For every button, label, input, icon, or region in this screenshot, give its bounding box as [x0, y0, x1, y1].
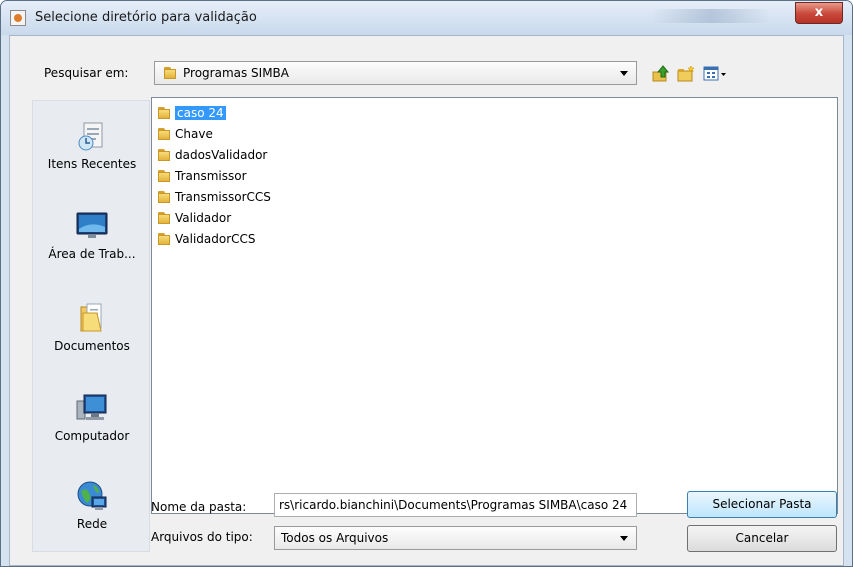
network-icon	[75, 479, 109, 513]
list-item[interactable]: Transmissor	[157, 167, 247, 185]
recent-items-icon	[75, 119, 109, 153]
folder-icon	[157, 169, 171, 183]
folder-icon	[157, 232, 171, 246]
sidebar-item-label: Computador	[54, 429, 130, 443]
documents-icon	[75, 301, 109, 335]
list-item[interactable]: Chave	[157, 125, 213, 143]
close-button[interactable]: x	[795, 2, 843, 24]
dialog-content: Pesquisar em: Programas SIMBA Itens Rece…	[9, 35, 844, 566]
java-app-icon	[10, 10, 26, 26]
sidebar-item-label: Itens Recentes	[47, 157, 137, 171]
folder-name: Chave	[175, 127, 213, 141]
title-bar-glow	[651, 9, 771, 23]
folder-name: dadosValidador	[175, 148, 268, 162]
list-item[interactable]: Validador	[157, 209, 231, 227]
computer-icon	[75, 391, 109, 425]
sidebar-item-network[interactable]: Rede	[33, 479, 151, 531]
folder-name: ValidadorCCS	[175, 232, 256, 246]
folder-icon	[157, 211, 171, 225]
sidebar-item-computer[interactable]: Computador	[33, 391, 151, 443]
folder-icon	[157, 127, 171, 141]
sidebar-item-label: Área de Trab...	[48, 247, 136, 261]
folder-name: Validador	[175, 211, 232, 225]
chevron-down-icon	[620, 536, 628, 541]
cancel-button[interactable]: Cancelar	[687, 525, 837, 552]
desktop-icon	[75, 209, 109, 243]
sidebar-item-label: Rede	[76, 517, 108, 531]
dialog-window: Selecione diretório para validação x Pes…	[0, 0, 853, 567]
lookin-value: Programas SIMBA	[183, 66, 290, 80]
lookin-label: Pesquisar em:	[44, 66, 129, 80]
sidebar-item-desktop[interactable]: Área de Trab...	[33, 209, 151, 261]
folder-name: TransmissorCCS	[175, 190, 271, 204]
folder-icon	[157, 106, 171, 120]
view-menu-icon[interactable]	[702, 64, 728, 84]
folder-name: Transmissor	[175, 169, 247, 183]
folder-name-label: Nome da pasta:	[151, 500, 247, 514]
chevron-down-icon	[620, 71, 628, 76]
sidebar-item-label: Documentos	[54, 339, 130, 353]
folder-name: caso 24	[175, 106, 226, 120]
new-folder-icon[interactable]	[676, 64, 696, 84]
file-type-value: Todos os Arquivos	[281, 531, 389, 545]
file-list[interactable]: caso 24 Chave dadosValidador Transmissor…	[151, 97, 838, 514]
folder-name-field[interactable]: rs\ricardo.bianchini\Documents\Programas…	[274, 493, 637, 517]
folder-icon	[163, 66, 177, 80]
list-item[interactable]: ValidadorCCS	[157, 230, 256, 248]
sidebar-item-recent[interactable]: Itens Recentes	[33, 119, 151, 171]
file-type-label: Arquivos do tipo:	[151, 530, 253, 544]
folder-icon	[157, 148, 171, 162]
folder-icon	[157, 190, 171, 204]
list-item[interactable]: dadosValidador	[157, 146, 267, 164]
title-bar[interactable]: Selecione diretório para validação x	[1, 1, 852, 35]
select-folder-button[interactable]: Selecionar Pasta	[687, 491, 837, 518]
list-item[interactable]: caso 24	[157, 104, 226, 122]
window-title: Selecione diretório para validação	[35, 10, 257, 25]
file-type-combobox[interactable]: Todos os Arquivos	[274, 526, 637, 550]
places-sidebar: Itens Recentes Área de Trab... Documento…	[32, 100, 150, 552]
lookin-combobox[interactable]: Programas SIMBA	[154, 61, 637, 85]
sidebar-item-documents[interactable]: Documentos	[33, 301, 151, 353]
list-item[interactable]: TransmissorCCS	[157, 188, 271, 206]
up-folder-icon[interactable]	[651, 64, 671, 84]
